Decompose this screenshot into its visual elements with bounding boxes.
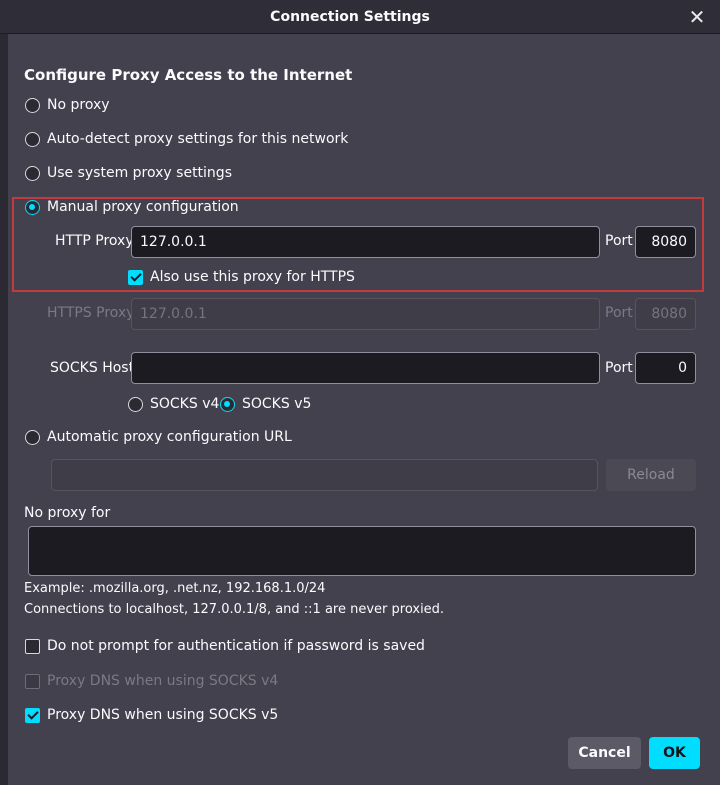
http-port-label: Port [605,233,633,249]
cancel-button[interactable]: Cancel [568,737,641,769]
reload-button: Reload [606,459,696,491]
no-auth-prompt-checkbox[interactable] [25,639,40,654]
ok-button[interactable]: OK [649,737,700,769]
https-port-label: Port [605,305,633,321]
auto-url-radio[interactable] [25,430,40,445]
socks-host-label: SOCKS Host [50,360,135,376]
also-https-label[interactable]: Also use this proxy for HTTPS [150,269,355,285]
socks-port-label: Port [605,360,633,376]
manual-proxy-label[interactable]: Manual proxy configuration [47,199,239,215]
auto-detect-radio[interactable] [25,132,40,147]
no-proxy-for-label: No proxy for [24,505,111,521]
https-proxy-label: HTTPS Proxy [47,305,135,321]
http-proxy-label: HTTP Proxy [55,233,134,249]
socks-v4-label[interactable]: SOCKS v4 [150,396,219,412]
https-port-input: 8080 [635,298,696,330]
no-proxy-label[interactable]: No proxy [47,97,110,113]
proxy-dns-v5-label[interactable]: Proxy DNS when using SOCKS v5 [47,707,278,723]
proxy-dns-v5-checkbox[interactable] [25,708,40,723]
socks-host-input[interactable] [131,352,600,384]
no-proxy-radio[interactable] [25,98,40,113]
proxy-dns-v4-checkbox [25,674,40,689]
no-auth-prompt-label[interactable]: Do not prompt for authentication if pass… [47,638,425,654]
system-proxy-radio[interactable] [25,166,40,181]
socks-port-input[interactable]: 0 [635,352,696,384]
no-proxy-for-textarea[interactable] [28,526,696,576]
manual-proxy-radio[interactable] [25,200,40,215]
auto-url-label[interactable]: Automatic proxy configuration URL [47,429,292,445]
no-proxy-note: Connections to localhost, 127.0.0.1/8, a… [24,602,445,617]
no-proxy-example: Example: .mozilla.org, .net.nz, 192.168.… [24,581,326,596]
system-proxy-label[interactable]: Use system proxy settings [47,165,232,181]
section-heading: Configure Proxy Access to the Internet [24,66,353,84]
auto-url-input [51,459,598,491]
also-https-checkbox[interactable] [128,270,143,285]
http-port-input[interactable]: 8080 [635,226,696,258]
connection-settings-dialog: Configure Proxy Access to the Internet N… [8,34,720,785]
close-icon[interactable]: ✕ [684,4,710,30]
window-title: Connection Settings [270,9,430,25]
title-bar: Connection Settings ✕ [0,0,720,34]
https-proxy-input: 127.0.0.1 [131,298,600,330]
auto-detect-label[interactable]: Auto-detect proxy settings for this netw… [47,131,348,147]
socks-v4-radio[interactable] [128,397,143,412]
socks-v5-radio[interactable] [220,397,235,412]
socks-v5-label[interactable]: SOCKS v5 [242,396,311,412]
proxy-dns-v4-label: Proxy DNS when using SOCKS v4 [47,673,279,689]
http-proxy-input[interactable]: 127.0.0.1 [131,226,600,258]
